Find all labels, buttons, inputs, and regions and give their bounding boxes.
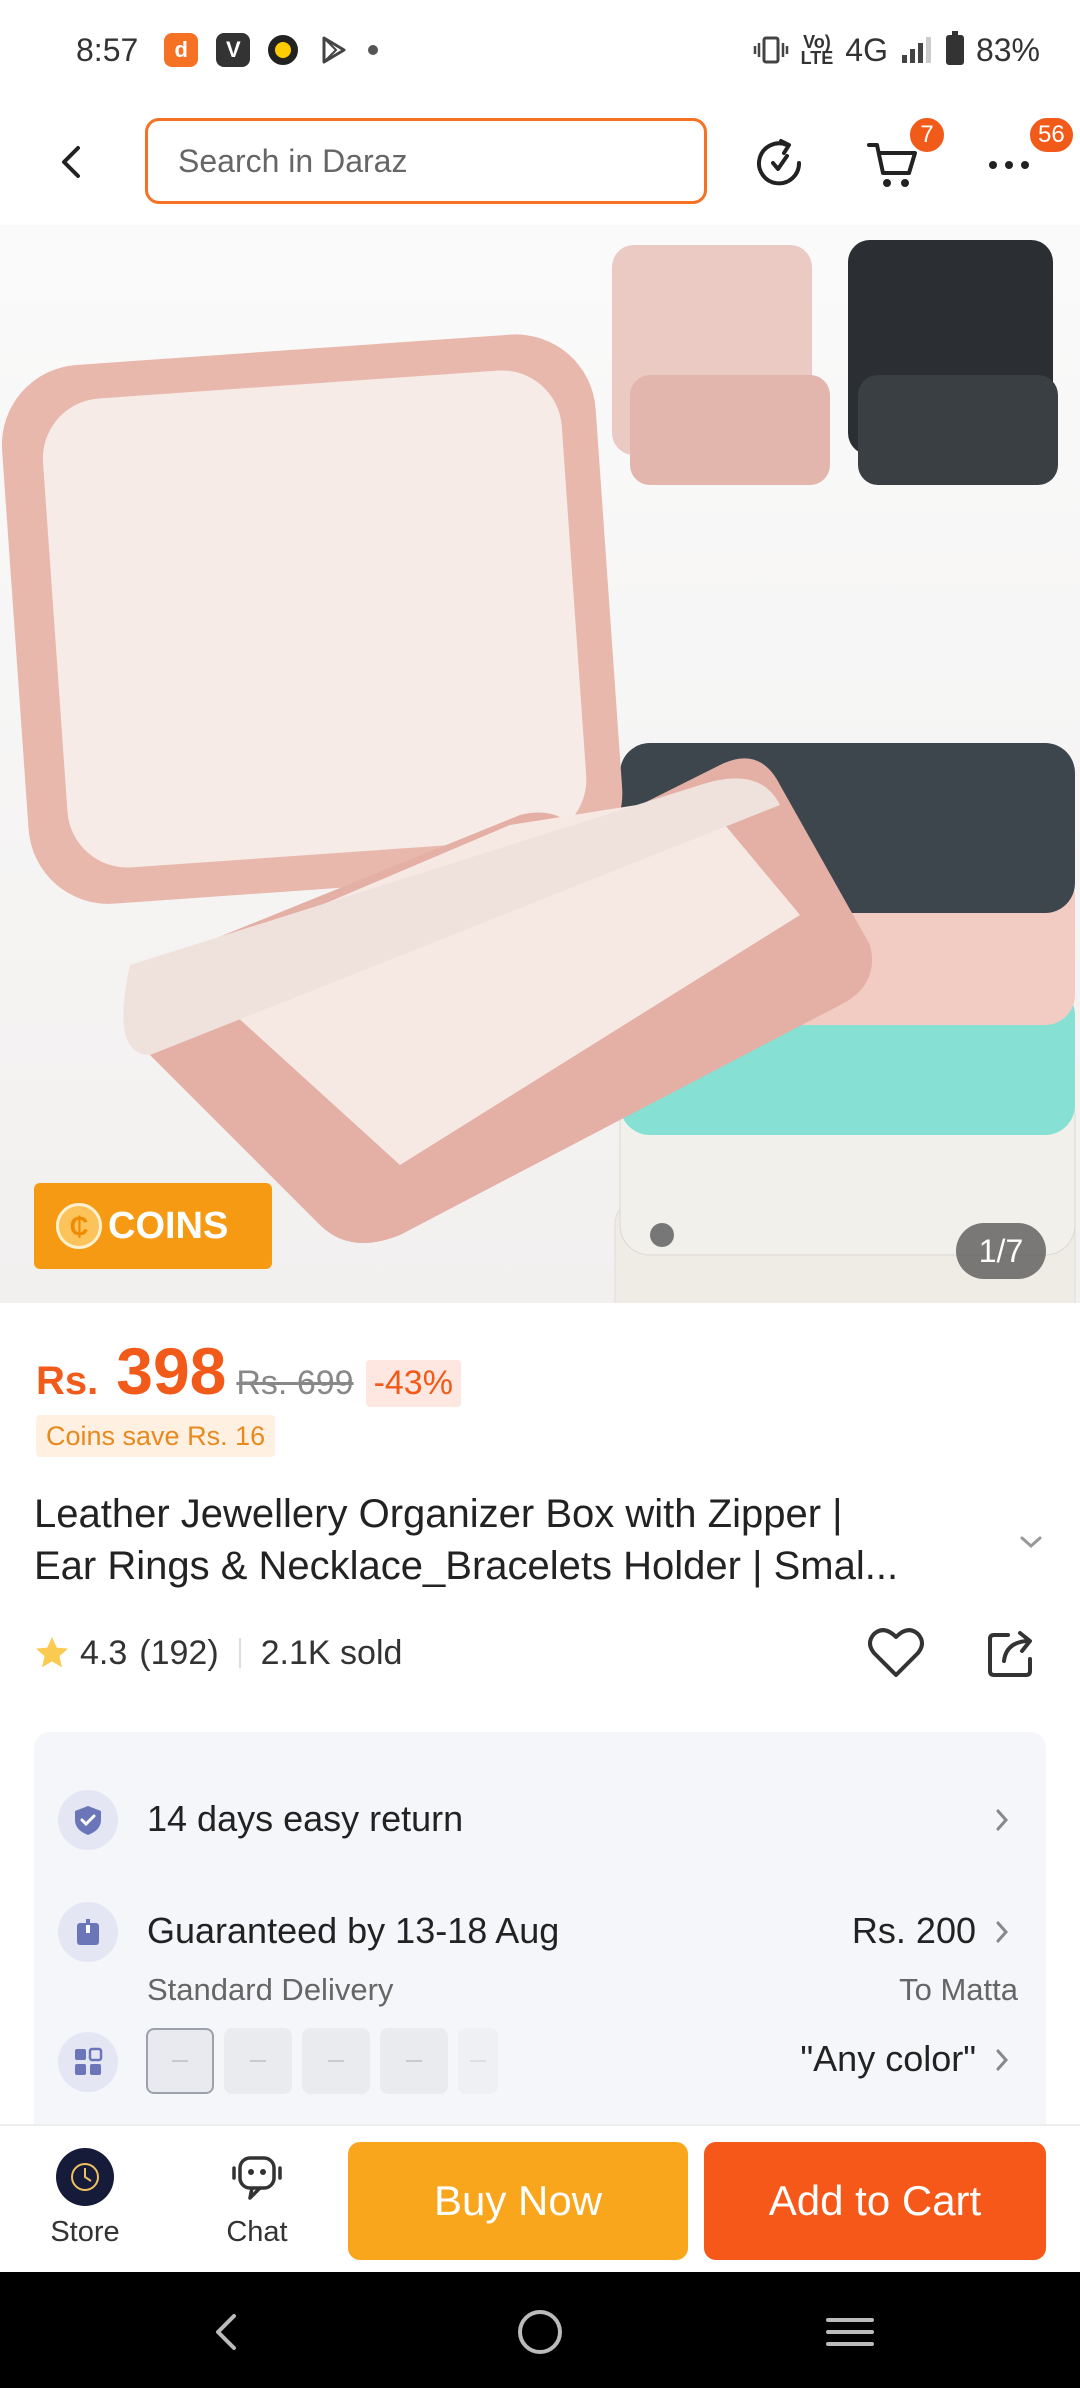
- small-black-box: [848, 240, 1058, 485]
- original-price: Rs. 699: [236, 1364, 354, 1402]
- divider: [238, 1638, 241, 1668]
- battery-icon: [945, 31, 964, 65]
- system-navigation-bar: [0, 2272, 1080, 2388]
- status-bar: 8:57 d V Vo) LTE 4G 83%: [0, 0, 1080, 100]
- star-icon: [36, 1637, 68, 1668]
- small-pink-box: [612, 245, 830, 485]
- shield-check-icon: [58, 1790, 118, 1850]
- store-button[interactable]: Store: [20, 2148, 150, 2258]
- daraz-app-icon: d: [164, 33, 199, 67]
- color-swatch[interactable]: [380, 2028, 448, 2094]
- service-info-card: 14 days easy return Guaranteed by 13-18 …: [34, 1732, 1046, 2124]
- product-image-gallery[interactable]: ₵ COINS 1/7: [0, 225, 1080, 1303]
- coins-save-tag: Coins save Rs. 16: [36, 1415, 276, 1457]
- reload-button[interactable]: [746, 130, 812, 196]
- selected-color: "Any color": [800, 2038, 976, 2079]
- status-app-icons: d V: [164, 33, 379, 67]
- variants-grid-icon: [58, 2032, 118, 2092]
- volte-icon: Vo) LTE: [800, 32, 834, 68]
- price-row: Rs. 398 Rs. 699 -43%: [36, 1333, 461, 1409]
- coin-icon: ₵: [56, 1203, 102, 1249]
- play-store-icon: [322, 36, 346, 64]
- buy-now-button[interactable]: Buy Now: [348, 2142, 688, 2260]
- chat-button[interactable]: Chat: [192, 2148, 322, 2258]
- reload-icon: [757, 139, 802, 186]
- delivery-date: Guaranteed by 13-18 Aug: [147, 1910, 560, 1951]
- product-title[interactable]: Leather Jewellery Organizer Box with Zip…: [34, 1488, 1014, 1592]
- status-time: 8:57: [76, 31, 139, 68]
- back-arrow-icon[interactable]: [50, 140, 94, 184]
- battery-level: 83%: [975, 31, 1040, 68]
- delivery-box-icon: [58, 1902, 118, 1962]
- color-swatch[interactable]: [146, 2028, 214, 2094]
- rating-row: 4.3 (192) 2.1K sold: [34, 1625, 1044, 1681]
- chat-icon: [232, 2156, 282, 2200]
- signal-icon: [901, 37, 931, 63]
- image-page-indicator: 1/7: [956, 1223, 1046, 1279]
- discount-badge: -43%: [365, 1360, 461, 1407]
- search-placeholder: Search in Daraz: [178, 142, 408, 179]
- chevron-down-icon[interactable]: [1016, 1530, 1046, 1554]
- ring-app-icon: [268, 35, 299, 65]
- chat-label: Chat: [226, 2216, 288, 2248]
- delivery-location: To Matta: [899, 1972, 1018, 2007]
- cart-button[interactable]: 7: [860, 116, 946, 196]
- color-swatch[interactable]: [302, 2028, 370, 2094]
- product-title-line-2: Ear Rings & Necklace_Bracelets Holder | …: [34, 1544, 899, 1588]
- chevron-right-icon: [996, 2049, 1009, 2071]
- add-to-cart-button[interactable]: Add to Cart: [704, 2142, 1046, 2260]
- status-indicators: Vo) LTE 4G 83%: [753, 31, 1040, 69]
- search-input[interactable]: Search in Daraz: [145, 118, 707, 204]
- share-icon[interactable]: [980, 1621, 1044, 1685]
- more-button[interactable]: 56: [976, 116, 1075, 196]
- store-label: Store: [50, 2216, 120, 2248]
- sold-count: 2.1K sold: [260, 1633, 403, 1672]
- price-currency: Rs.: [36, 1359, 99, 1403]
- cart-badge: 7: [908, 116, 946, 154]
- store-icon: [56, 2148, 114, 2206]
- coins-label: COINS: [108, 1204, 229, 1247]
- chevron-right-icon: [996, 1809, 1009, 1831]
- notification-dot: [368, 45, 379, 55]
- delivery-fee: Rs. 200: [851, 1910, 976, 1951]
- current-price: 398: [116, 1334, 227, 1408]
- review-count[interactable]: (192): [139, 1634, 218, 1673]
- v-app-icon: V: [216, 33, 251, 67]
- vibrate-icon: [753, 36, 788, 64]
- bottom-action-bar: Store Chat Buy Now Add to Cart: [0, 2124, 1080, 2272]
- color-swatch[interactable]: [224, 2028, 292, 2094]
- chevron-right-icon: [996, 1921, 1009, 1943]
- delivery-type: Standard Delivery: [147, 1972, 394, 2007]
- top-header: Search in Daraz 7 56: [0, 100, 1080, 225]
- product-title-line-1: Leather Jewellery Organizer Box with Zip…: [34, 1492, 843, 1536]
- rating-value: 4.3: [80, 1633, 128, 1672]
- more-badge: 56: [1028, 116, 1075, 154]
- system-back-icon[interactable]: [198, 2302, 258, 2362]
- system-recents-icon[interactable]: [820, 2302, 880, 2362]
- heart-icon[interactable]: [864, 1621, 928, 1685]
- coins-badge: ₵ COINS: [34, 1183, 272, 1269]
- color-swatch[interactable]: [458, 2028, 498, 2094]
- network-type: 4G: [845, 31, 888, 68]
- product-image: [1, 240, 1076, 1303]
- system-home-icon[interactable]: [510, 2302, 570, 2362]
- return-policy-text: 14 days easy return: [147, 1798, 464, 1839]
